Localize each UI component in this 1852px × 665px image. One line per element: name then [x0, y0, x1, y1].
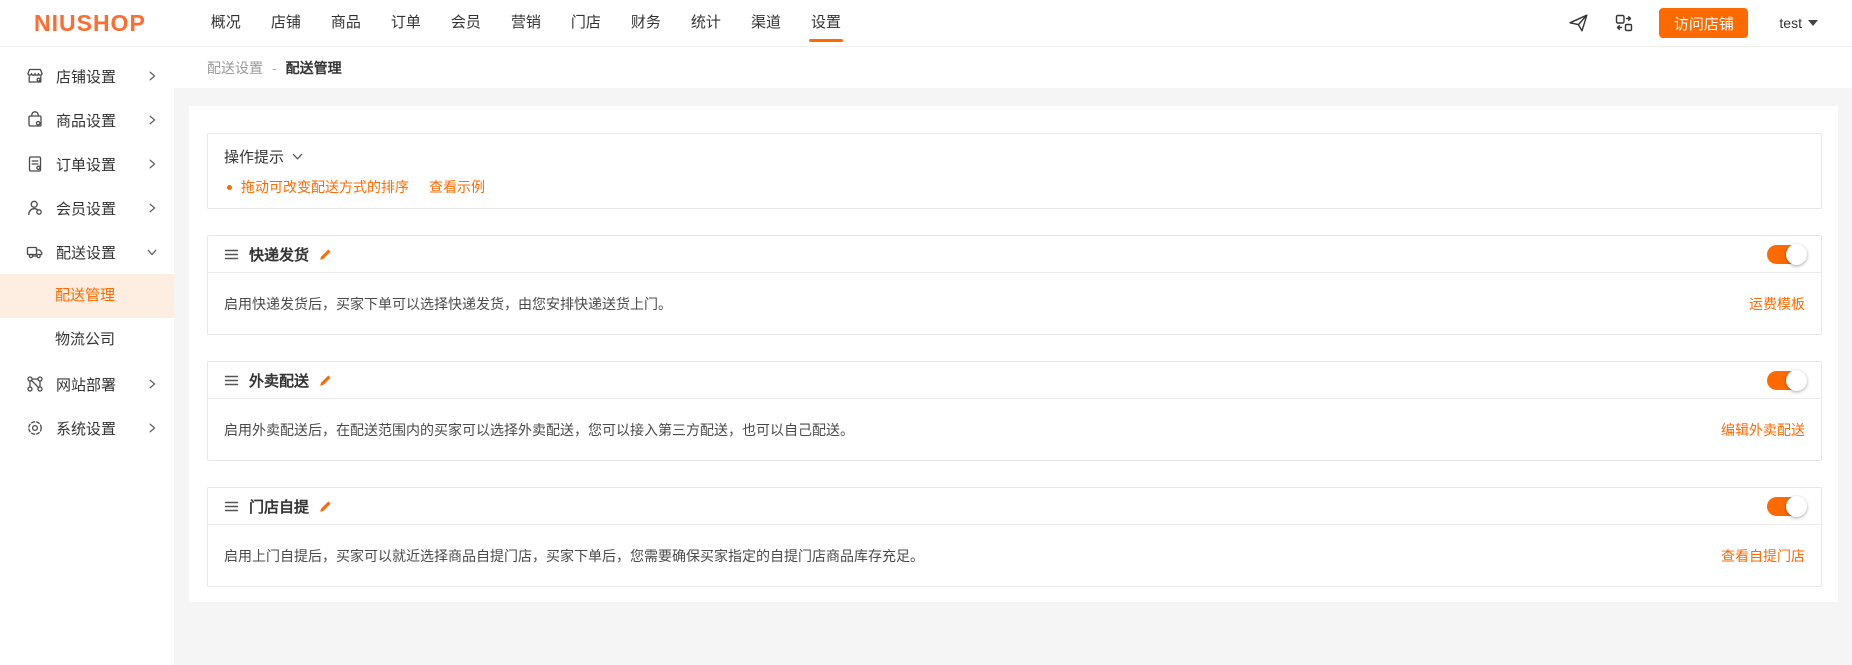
sidebar-item-order-settings[interactable]: 订单设置	[0, 142, 174, 186]
send-icon[interactable]	[1568, 13, 1589, 33]
edit-pencil-icon[interactable]	[318, 247, 333, 262]
breadcrumb-separator: -	[272, 59, 277, 76]
toggle-knob	[1786, 369, 1807, 391]
sidebar-item-label: 商品设置	[56, 112, 117, 130]
view-pickup-stores-link[interactable]: 查看自提门店	[1721, 546, 1805, 566]
card-header: 快递发货	[208, 236, 1821, 273]
sidebar-item-site-deployment[interactable]: 网站部署	[0, 362, 174, 406]
nav-item-statistics[interactable]: 统计	[676, 0, 736, 46]
toggle-knob	[1786, 495, 1807, 517]
sidebar-subitem-delivery-management[interactable]: 配送管理	[0, 274, 174, 318]
chevron-right-icon	[146, 378, 158, 390]
bullet-dot	[227, 184, 232, 190]
enable-toggle[interactable]	[1767, 495, 1807, 517]
card-header: 门店自提	[208, 488, 1821, 525]
sidebar-item-system-settings[interactable]: 系统设置	[0, 406, 174, 450]
gear-icon	[25, 418, 45, 438]
sidebar-item-goods-settings[interactable]: 商品设置	[0, 98, 174, 142]
breadcrumb-parent[interactable]: 配送设置	[207, 58, 263, 78]
delivery-method-card-takeout: 外卖配送 启用外卖配送后，在配送范围内的买家可以选择外卖配送，您可以接入第三方配…	[207, 361, 1822, 461]
edit-pencil-icon[interactable]	[318, 373, 333, 388]
card-title: 外卖配送	[249, 372, 310, 390]
sidebar-item-label: 配送设置	[56, 244, 117, 262]
card-title: 快递发货	[249, 246, 310, 264]
sidebar-item-label: 会员设置	[56, 200, 117, 218]
top-bar-right: 访问店铺 test	[1568, 8, 1818, 38]
nav-item-orders[interactable]: 订单	[376, 0, 436, 46]
top-nav: 概况 店铺 商品 订单 会员 营销 门店 财务 统计 渠道 设置	[196, 0, 856, 46]
chevron-down-icon	[146, 246, 158, 258]
network-nodes-icon	[25, 374, 45, 394]
main-panel: 操作提示 拖动可改变配送方式的排序 查看示例 快递发货 启用快递发货后，买家下单…	[189, 106, 1838, 602]
nav-item-finance[interactable]: 财务	[616, 0, 676, 46]
order-icon	[25, 154, 45, 174]
sidebar-item-label: 系统设置	[56, 420, 117, 438]
nav-item-goods[interactable]: 商品	[316, 0, 376, 46]
breadcrumb-current: 配送管理	[285, 59, 342, 76]
drag-handle-icon[interactable]	[224, 374, 239, 387]
chevron-right-icon	[146, 158, 158, 170]
enable-toggle[interactable]	[1767, 243, 1807, 265]
tips-box: 操作提示 拖动可改变配送方式的排序 查看示例	[207, 133, 1822, 209]
card-body: 启用上门自提后，买家可以就近选择商品自提门店，买家下单后，您需要确保买家指定的自…	[208, 525, 1821, 586]
sidebar-item-shop-settings[interactable]: 店铺设置	[0, 54, 174, 98]
card-description: 启用上门自提后，买家可以就近选择商品自提门店，买家下单后，您需要确保买家指定的自…	[224, 547, 924, 564]
edit-pencil-icon[interactable]	[318, 499, 333, 514]
sidebar-item-label: 网站部署	[56, 376, 117, 394]
chevron-right-icon	[146, 70, 158, 82]
chevron-right-icon	[146, 202, 158, 214]
delivery-method-card-express: 快递发货 启用快递发货后，买家下单可以选择快递发货，由您安排快递送货上门。 运费…	[207, 235, 1822, 335]
nav-item-shop[interactable]: 店铺	[256, 0, 316, 46]
member-icon	[25, 198, 45, 218]
delivery-truck-icon	[25, 242, 45, 262]
tips-header[interactable]: 操作提示	[224, 146, 1805, 167]
delivery-method-card-pickup: 门店自提 启用上门自提后，买家可以就近选择商品自提门店，买家下单后，您需要确保买…	[207, 487, 1822, 587]
enable-toggle[interactable]	[1767, 369, 1807, 391]
chevron-down-icon	[291, 150, 304, 163]
switch-icon[interactable]	[1614, 13, 1634, 33]
top-bar: NIUSHOP 概况 店铺 商品 订单 会员 营销 门店 财务 统计 渠道 设置…	[0, 0, 1852, 47]
card-title: 门店自提	[249, 498, 310, 516]
visit-shop-button[interactable]: 访问店铺	[1659, 8, 1749, 38]
toggle-knob	[1786, 243, 1807, 265]
breadcrumb: 配送设置 - 配送管理	[174, 47, 1852, 88]
sidebar-item-delivery-settings[interactable]: 配送设置	[0, 230, 174, 274]
nav-item-members[interactable]: 会员	[436, 0, 496, 46]
sidebar-item-label: 订单设置	[56, 156, 117, 174]
nav-item-settings[interactable]: 设置	[796, 0, 856, 46]
nav-item-stores[interactable]: 门店	[556, 0, 616, 46]
nav-item-marketing[interactable]: 营销	[496, 0, 556, 46]
chevron-down-icon	[1808, 20, 1818, 26]
user-name: test	[1779, 15, 1802, 31]
nav-item-overview[interactable]: 概况	[196, 0, 256, 46]
tips-content: 拖动可改变配送方式的排序 查看示例	[224, 177, 1805, 197]
sidebar-item-label: 店铺设置	[56, 68, 117, 86]
sidebar: 店铺设置 商品设置 订单设置 会员设置 配送设置 配送管理 物流公司 网站部署 …	[0, 47, 174, 665]
storefront-icon	[25, 66, 45, 86]
sidebar-subitem-logistics-company[interactable]: 物流公司	[0, 318, 174, 362]
brand-logo[interactable]: NIUSHOP	[34, 10, 146, 37]
card-header: 外卖配送	[208, 362, 1821, 399]
edit-takeout-delivery-link[interactable]: 编辑外卖配送	[1721, 420, 1805, 440]
freight-template-link[interactable]: 运费模板	[1749, 294, 1805, 314]
chevron-right-icon	[146, 422, 158, 434]
card-description: 启用快递发货后，买家下单可以选择快递发货，由您安排快递送货上门。	[224, 295, 672, 312]
tips-title: 操作提示	[224, 149, 285, 166]
user-menu[interactable]: test	[1779, 15, 1818, 31]
goods-icon	[25, 110, 45, 130]
drag-handle-icon[interactable]	[224, 500, 239, 513]
sidebar-item-member-settings[interactable]: 会员设置	[0, 186, 174, 230]
nav-item-channels[interactable]: 渠道	[736, 0, 796, 46]
chevron-right-icon	[146, 114, 158, 126]
card-body: 启用快递发货后，买家下单可以选择快递发货，由您安排快递送货上门。 运费模板	[208, 273, 1821, 334]
view-example-link[interactable]: 查看示例	[429, 177, 485, 197]
drag-handle-icon[interactable]	[224, 248, 239, 261]
card-description: 启用外卖配送后，在配送范围内的买家可以选择外卖配送，您可以接入第三方配送，也可以…	[224, 421, 854, 438]
card-body: 启用外卖配送后，在配送范围内的买家可以选择外卖配送，您可以接入第三方配送，也可以…	[208, 399, 1821, 460]
tip-text: 拖动可改变配送方式的排序	[241, 179, 409, 195]
